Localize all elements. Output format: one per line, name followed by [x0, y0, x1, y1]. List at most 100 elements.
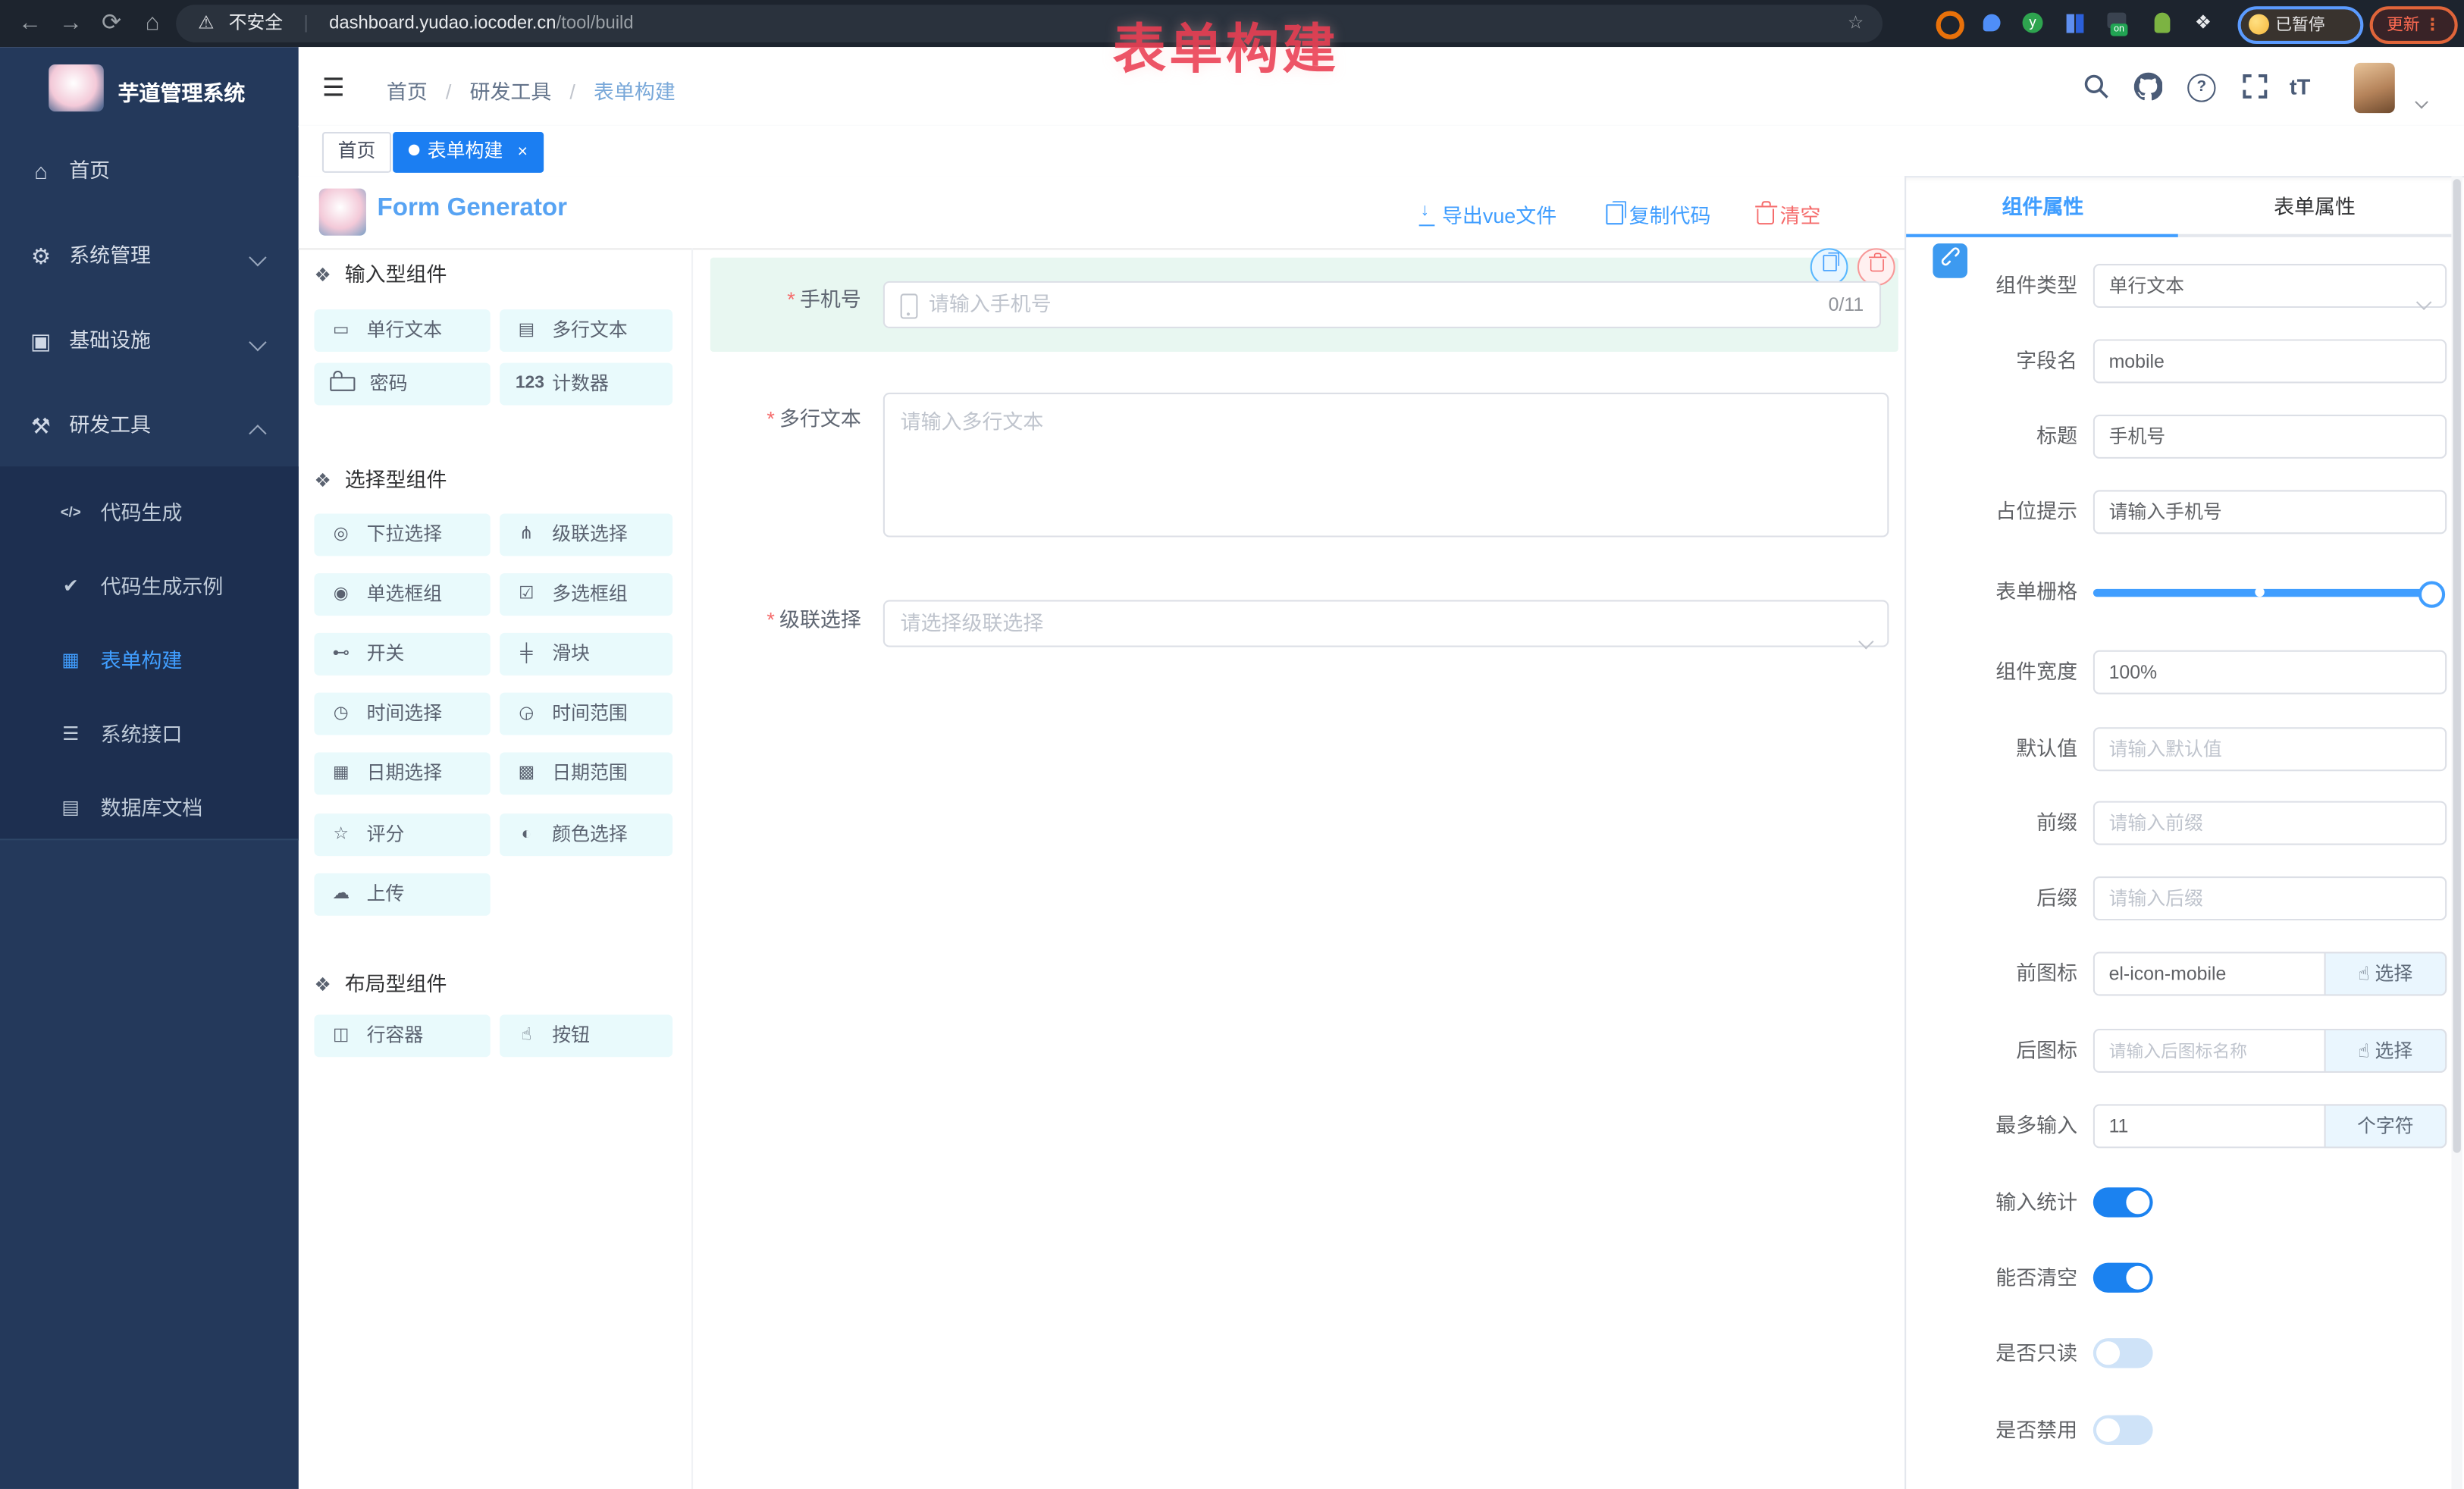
component-switch[interactable]: ⊷ 开关: [315, 633, 491, 676]
row-component-type: 组件类型 单行文本: [1920, 264, 2448, 308]
browser-reload-icon[interactable]: ⟳: [94, 6, 129, 41]
suffix-icon-select-button[interactable]: ☝ 选择: [2324, 1029, 2447, 1073]
extension-icon-columns[interactable]: [2063, 11, 2088, 36]
sidebar-subitem-form-build[interactable]: ▦ 表单构建: [0, 623, 299, 697]
prefix-input[interactable]: 请输入前缀: [2093, 801, 2447, 845]
extension-icon-green-circle[interactable]: y: [2020, 11, 2045, 36]
scrollbar-thumb[interactable]: [2453, 179, 2460, 1152]
breadcrumb-devtools[interactable]: 研发工具: [470, 80, 552, 104]
extension-icon-on-badge[interactable]: on: [2105, 11, 2130, 36]
tag-form-build[interactable]: 表单构建 ×: [393, 132, 544, 173]
profile-paused-badge[interactable]: 已暂停: [2238, 6, 2364, 44]
calendar-range-icon: ▩: [516, 753, 538, 795]
duplicate-field-button[interactable]: [1810, 248, 1848, 286]
palette-icon: ◐: [516, 814, 538, 857]
tab-component-props[interactable]: 组件属性: [1906, 189, 2180, 236]
generator-title: Form Generator: [377, 195, 567, 223]
sidebar-item-home[interactable]: ⌂ 首页: [0, 132, 299, 211]
component-type-select[interactable]: 单行文本: [2093, 264, 2447, 308]
slider-handle[interactable]: [2419, 581, 2445, 608]
sidebar-subitem-codegen-demo[interactable]: ✔ 代码生成示例: [0, 550, 299, 623]
width-input[interactable]: 100%: [2093, 650, 2447, 694]
github-icon[interactable]: [2134, 72, 2162, 100]
extensions-puzzle-icon[interactable]: ❖: [2190, 11, 2215, 36]
panel-divider: [1904, 176, 1906, 1489]
row-field-name: 字段名 mobile: [1920, 339, 2448, 383]
clear-button[interactable]: 清空: [1757, 199, 1820, 229]
extension-icon-orange[interactable]: [1936, 11, 1961, 36]
component-textarea[interactable]: ▤ 多行文本: [500, 309, 672, 352]
field-name-input[interactable]: mobile: [2093, 339, 2447, 383]
row-width: 组件宽度 100%: [1920, 650, 2448, 694]
component-single-text[interactable]: ▭ 单行文本: [315, 309, 491, 352]
update-button[interactable]: 更新 ⋮: [2370, 6, 2458, 44]
sidebar-item-devtools[interactable]: ⚒ 研发工具: [0, 387, 299, 466]
copy-icon: [1606, 204, 1623, 224]
fullscreen-icon[interactable]: [2241, 72, 2269, 100]
prefix-icon-input[interactable]: el-icon-mobile ☝ 选择: [2093, 951, 2447, 995]
prefix-icon-select-button[interactable]: ☝ 选择: [2324, 951, 2447, 995]
font-size-icon[interactable]: tT: [2290, 74, 2310, 99]
component-counter[interactable]: 123 计数器: [500, 363, 672, 406]
extension-icon-blue-drop[interactable]: [1980, 11, 2005, 36]
component-slider[interactable]: ╪ 滑块: [500, 633, 672, 676]
pointer-icon: ☝: [2358, 1039, 2369, 1061]
search-icon[interactable]: [2082, 72, 2110, 100]
component-cascader[interactable]: ⋔ 级联选择: [500, 513, 672, 556]
show-count-toggle[interactable]: [2093, 1187, 2153, 1217]
sidebar-subitem-codegen[interactable]: </> 代码生成: [0, 476, 299, 550]
security-label[interactable]: 不安全: [229, 14, 284, 33]
component-rate[interactable]: ☆ 评分: [315, 813, 491, 856]
placeholder-input[interactable]: 请输入手机号: [2093, 490, 2447, 534]
component-password[interactable]: 密码: [315, 363, 491, 406]
component-date-range[interactable]: ▩ 日期范围: [500, 752, 672, 795]
bookmark-star-icon[interactable]: ☆: [1848, 5, 1864, 42]
grid-slider[interactable]: [2093, 589, 2442, 597]
help-icon[interactable]: ?: [2187, 74, 2215, 102]
row-prefix: 前缀 请输入前缀: [1920, 801, 2448, 845]
browser-home-icon[interactable]: ⌂: [135, 6, 170, 41]
browser-back-icon[interactable]: ←: [13, 6, 48, 41]
tab-form-props[interactable]: 表单属性: [2178, 189, 2452, 236]
export-vue-button[interactable]: 导出vue文件: [1418, 199, 1557, 229]
default-value-input[interactable]: 请输入默认值: [2093, 727, 2447, 771]
extension-icon-green-alien[interactable]: [2149, 11, 2174, 36]
hamburger-icon[interactable]: ☰: [322, 72, 345, 103]
scrollbar-track[interactable]: [2451, 176, 2462, 1489]
component-color-picker[interactable]: ◐ 颜色选择: [500, 813, 672, 856]
clearable-toggle[interactable]: [2093, 1263, 2153, 1293]
browser-menu-icon[interactable]: ⋮: [2425, 16, 2441, 35]
tag-home[interactable]: 首页: [322, 132, 391, 173]
tag-close-icon[interactable]: ×: [518, 143, 528, 162]
component-row-container[interactable]: ◫ 行容器: [315, 1014, 491, 1057]
user-avatar[interactable]: [2354, 63, 2395, 113]
mobile-input[interactable]: 请输入手机号 0/11: [883, 281, 1881, 328]
copy-code-button[interactable]: 复制代码: [1606, 199, 1710, 229]
disabled-toggle[interactable]: [2093, 1415, 2153, 1445]
breadcrumb-home[interactable]: 首页: [387, 80, 428, 104]
pointer-icon: ☝: [516, 1015, 538, 1058]
component-select[interactable]: ◎ 下拉选择: [315, 513, 491, 556]
component-button[interactable]: ☝ 按钮: [500, 1014, 672, 1057]
sidebar-subitem-api[interactable]: ☰ 系统接口: [0, 697, 299, 771]
title-input[interactable]: 手机号: [2093, 415, 2447, 459]
readonly-toggle[interactable]: [2093, 1338, 2153, 1368]
component-date-picker[interactable]: ▦ 日期选择: [315, 752, 491, 795]
component-time-picker[interactable]: ◷ 时间选择: [315, 693, 491, 735]
sidebar-item-system[interactable]: ⚙ 系统管理: [0, 217, 299, 296]
max-length-input[interactable]: 11 个字符: [2093, 1104, 2447, 1148]
browser-forward-icon[interactable]: →: [53, 6, 88, 41]
delete-field-button[interactable]: [1857, 248, 1895, 286]
sidebar-item-infra[interactable]: ▣ 基础设施: [0, 302, 299, 381]
component-radio-group[interactable]: ◉ 单选框组: [315, 573, 491, 616]
suffix-input[interactable]: 请输入后缀: [2093, 876, 2447, 920]
component-upload[interactable]: ☁ 上传: [315, 873, 491, 916]
cascader-select[interactable]: 请选择级联选择: [883, 600, 1889, 647]
component-checkbox-group[interactable]: ☑ 多选框组: [500, 573, 672, 616]
row-disabled: 是否禁用: [1920, 1409, 2448, 1453]
textarea-input[interactable]: 请输入多行文本: [883, 393, 1889, 538]
suffix-icon-input[interactable]: 请输入后图标名称 ☝ 选择: [2093, 1029, 2447, 1073]
component-time-range[interactable]: ◶ 时间范围: [500, 693, 672, 735]
sidebar-subitem-db-doc[interactable]: ▤ 数据库文档: [0, 771, 299, 845]
avatar-caret-icon[interactable]: [2417, 86, 2426, 114]
